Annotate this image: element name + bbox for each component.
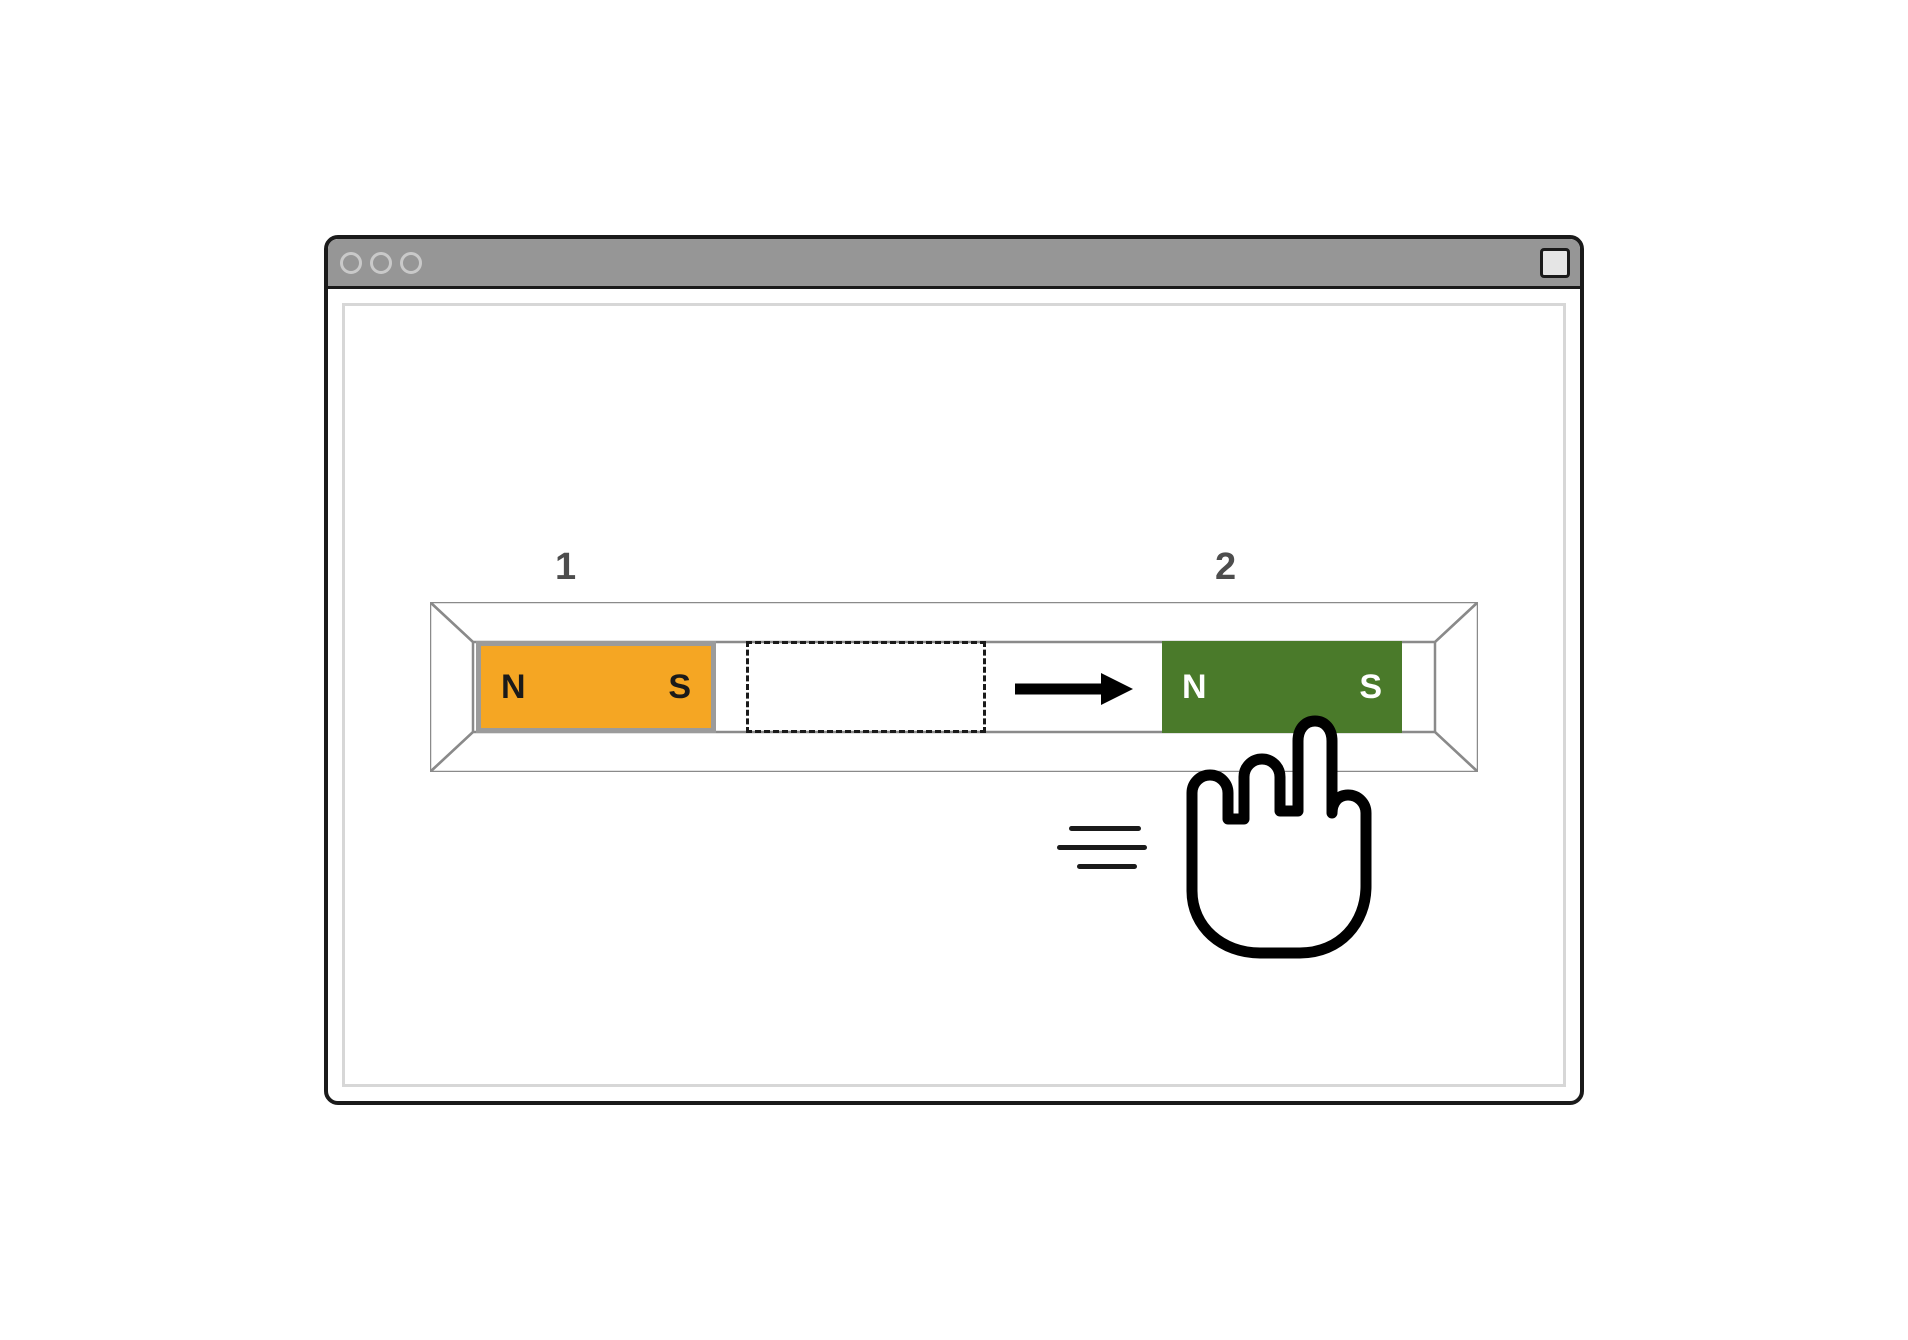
hand-pointer-icon (1150, 701, 1410, 961)
window-minimize-dot[interactable] (370, 252, 392, 274)
magnet-2-label: 2 (1215, 546, 1236, 589)
browser-window: 1 2 N S (324, 235, 1584, 1105)
inner-frame: 1 2 N S (342, 303, 1566, 1087)
window-controls (340, 252, 422, 274)
motion-lines-icon (1057, 826, 1147, 883)
window-maximize-button[interactable] (1540, 248, 1570, 278)
magnet-1[interactable]: N S (476, 641, 716, 733)
content-area: 1 2 N S (328, 289, 1580, 1101)
window-zoom-dot[interactable] (400, 252, 422, 274)
magnet-2-ghost-position (746, 641, 986, 733)
title-bar (328, 239, 1580, 289)
magnet-1-south-pole: S (668, 668, 691, 707)
window-close-dot[interactable] (340, 252, 362, 274)
magnet-1-label: 1 (555, 546, 576, 589)
direction-arrow-icon (1013, 673, 1133, 705)
magnet-1-north-pole: N (501, 668, 526, 707)
